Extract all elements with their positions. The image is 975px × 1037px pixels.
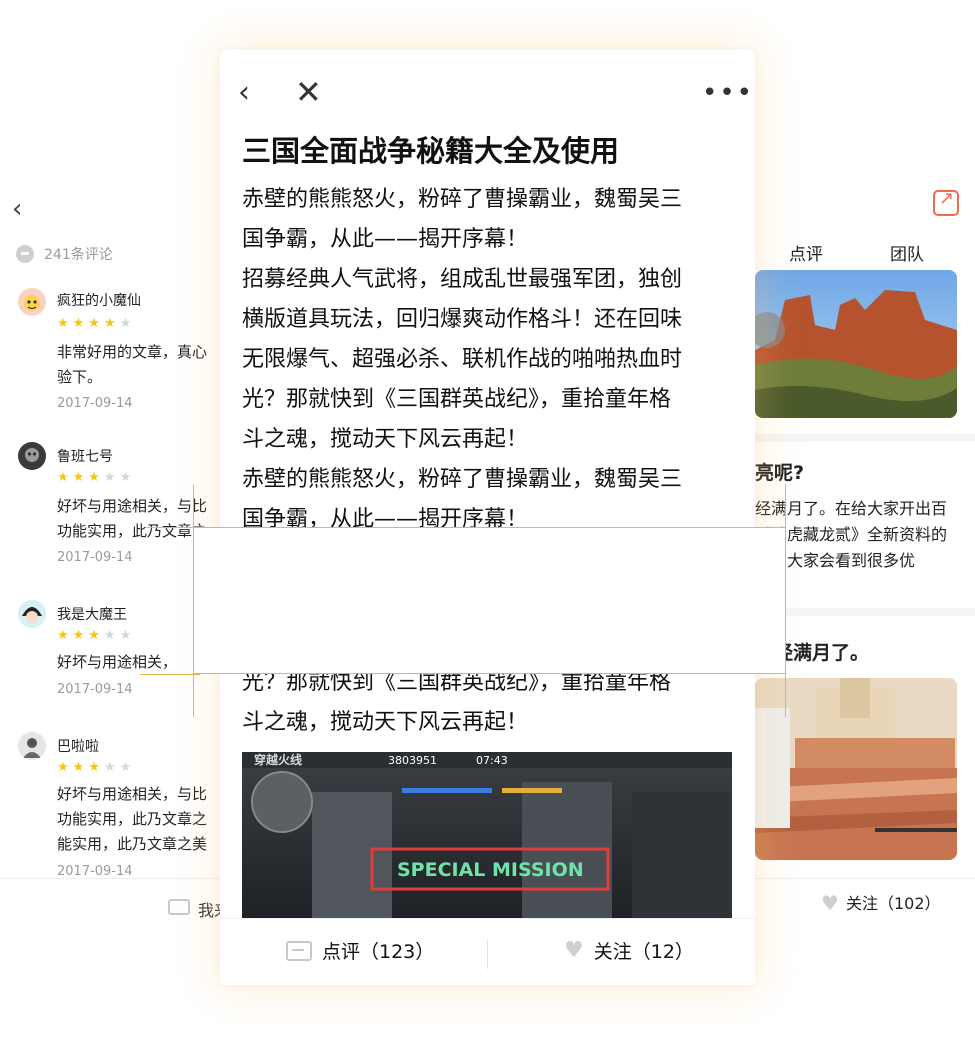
- star-rating: ★★★★★: [57, 628, 136, 643]
- star-rating: ★★★★★: [57, 470, 136, 485]
- review-button[interactable]: 点评（123）: [286, 937, 434, 964]
- review-count-label: 点评（123）: [322, 941, 435, 963]
- more-icon[interactable]: •••: [702, 80, 754, 106]
- avatar[interactable]: [18, 288, 46, 316]
- review-date: 2017-09-14: [57, 550, 133, 565]
- article-card: ‹ ✕ ••• 三国全面战争秘籍大全及使用 赤壁的熊熊怒火，粉碎了曹操霸业，魏蜀…: [220, 50, 755, 985]
- avatar[interactable]: [18, 732, 46, 760]
- edit-comment-icon: [168, 899, 190, 915]
- follow-count-label: 关注（12）: [593, 941, 694, 963]
- review-date: 2017-09-14: [57, 396, 133, 411]
- article-heading: 亮呢?: [755, 462, 805, 484]
- reviewer-name: 疯狂的小魔仙: [57, 293, 141, 309]
- review-date: 2017-09-14: [57, 682, 133, 697]
- heart-icon: ♥: [564, 938, 584, 963]
- guide-line: [193, 484, 194, 717]
- back-icon[interactable]: ‹: [238, 78, 250, 108]
- reviewer-name: 鲁班七号: [57, 449, 113, 465]
- reviewer-name: 巴啦啦: [57, 739, 99, 755]
- avatar[interactable]: [18, 600, 46, 628]
- section-divider: [745, 434, 975, 442]
- divider: [487, 939, 488, 969]
- card-bottom-bar: 点评（123） ♥ 关注（12）: [220, 918, 755, 985]
- follow-button[interactable]: ♥ 关注（12）: [564, 937, 694, 964]
- landscape-image[interactable]: [755, 270, 957, 418]
- game-timer: 07:43: [476, 754, 508, 767]
- guide-line: [785, 484, 786, 717]
- article-title: 三国全面战争秘籍大全及使用: [242, 134, 620, 168]
- article-body-tail: 光？那就快到《三国群英战纪》，重拾童年格 斗之魂，搅动天下风云再起！: [242, 670, 672, 735]
- tab-review[interactable]: 点评: [789, 240, 823, 265]
- reviewer-name: 我是大魔王: [57, 607, 127, 623]
- share-icon[interactable]: [933, 188, 959, 216]
- game-score: 3803951: [388, 754, 437, 767]
- mission-label: SPECIAL MISSION: [397, 859, 584, 881]
- heart-icon: ♥: [821, 891, 839, 915]
- comment-edit-icon: [286, 940, 312, 961]
- comment-count: 241条评论: [44, 247, 113, 263]
- overlay-panel: [193, 527, 786, 674]
- article-body: 赤壁的熊熊怒火，粉碎了曹操霸业，魏蜀吴三 国争霸，从此——揭开序幕！ 招募经典人…: [242, 187, 683, 532]
- comment-count-row: 241条评论: [16, 244, 113, 264]
- tab-team[interactable]: 团队: [890, 240, 924, 265]
- top-nav: ‹ ✕ •••: [220, 50, 755, 130]
- article-paragraph: 经满月了。在给大家开出百 《卧虎藏龙贰》全新资料的 本中大家会看到很多优: [755, 499, 948, 570]
- close-icon[interactable]: ✕: [295, 76, 322, 108]
- game-screenshot[interactable]: 穿越火线 3803951 07:43 SPECIAL MISSION: [242, 752, 732, 922]
- avatar[interactable]: [18, 442, 46, 470]
- star-rating: ★★★★★: [57, 760, 136, 775]
- star-rating: ★★★★★: [57, 316, 136, 331]
- comment-icon: [16, 245, 34, 263]
- guide-line: [140, 674, 200, 675]
- follow-button[interactable]: 关注（102）: [846, 890, 941, 914]
- back-icon[interactable]: ‹: [12, 194, 22, 224]
- review-date: 2017-09-14: [57, 864, 133, 879]
- guide-line: [145, 527, 205, 528]
- game-logo: 穿越火线: [254, 752, 302, 767]
